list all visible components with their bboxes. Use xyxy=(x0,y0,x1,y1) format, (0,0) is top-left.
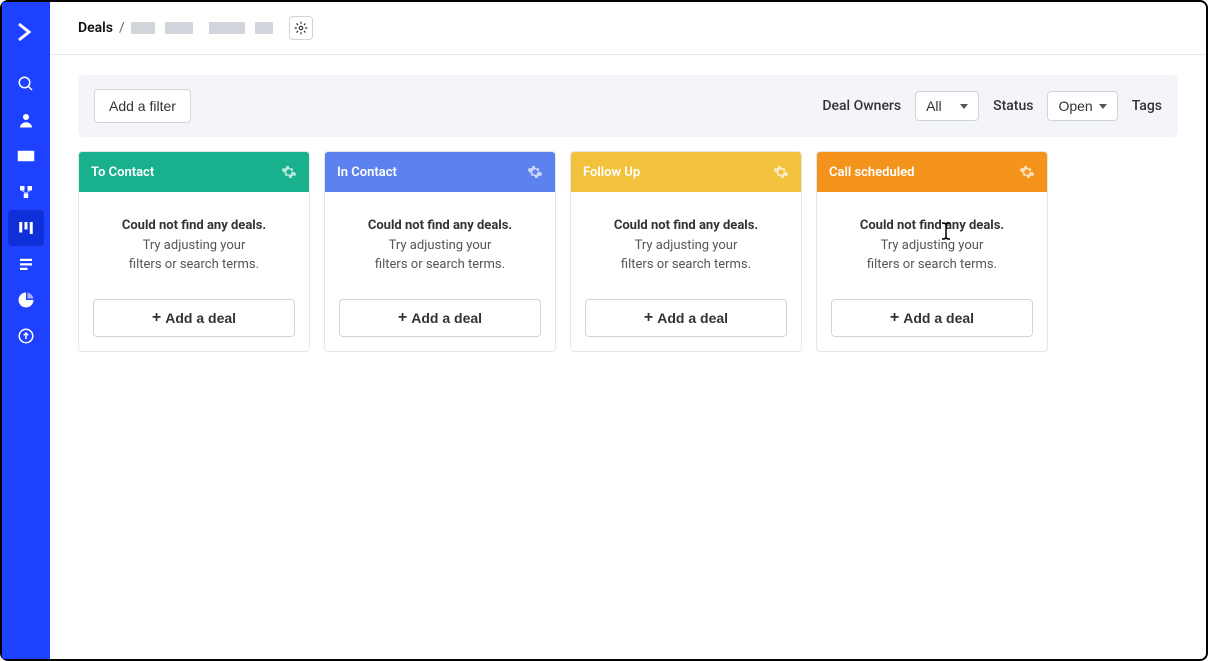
gear-icon[interactable] xyxy=(281,164,297,180)
breadcrumb-redacted xyxy=(255,22,273,34)
main-content: Deals / Add a filter Deal Owners All Sta… xyxy=(50,2,1206,659)
plus-icon: + xyxy=(398,310,407,326)
breadcrumb-root[interactable]: Deals xyxy=(78,20,113,36)
empty-state: Could not find any deals. Try adjusting … xyxy=(831,216,1033,275)
sidebar xyxy=(2,2,50,659)
plus-icon: + xyxy=(152,310,161,326)
add-deal-label: Add a deal xyxy=(657,310,728,326)
empty-state: Could not find any deals. Try adjusting … xyxy=(585,216,787,275)
tags-label[interactable]: Tags xyxy=(1132,98,1162,114)
empty-line1: Could not find any deals. xyxy=(339,216,541,236)
column-call-scheduled: Call scheduled Could not find any deals.… xyxy=(816,151,1048,352)
pipeline-columns: To Contact Could not find any deals. Try… xyxy=(50,137,1206,366)
person-icon xyxy=(17,111,35,129)
breadcrumb-redacted xyxy=(131,22,155,34)
empty-line2: Try adjusting your xyxy=(93,236,295,256)
sidebar-item-contacts[interactable] xyxy=(8,102,44,138)
column-header: Follow Up xyxy=(571,152,801,192)
breadcrumb-redacted xyxy=(165,22,193,34)
empty-line3: filters or search terms. xyxy=(93,255,295,275)
empty-line3: filters or search terms. xyxy=(831,255,1033,275)
upload-icon xyxy=(17,327,35,345)
sidebar-item-upload[interactable] xyxy=(8,318,44,354)
column-header: To Contact xyxy=(79,152,309,192)
empty-line1: Could not find any deals. xyxy=(831,216,1033,236)
plus-icon: + xyxy=(644,310,653,326)
column-header: In Contact xyxy=(325,152,555,192)
pie-icon xyxy=(17,291,35,309)
mail-icon xyxy=(17,147,35,165)
add-deal-label: Add a deal xyxy=(411,310,482,326)
column-title: Follow Up xyxy=(583,165,640,180)
search-icon xyxy=(17,75,35,93)
empty-line2: Try adjusting your xyxy=(831,236,1033,256)
sidebar-item-deals[interactable] xyxy=(8,210,44,246)
add-deal-button[interactable]: + Add a deal xyxy=(585,299,787,337)
add-deal-button[interactable]: + Add a deal xyxy=(831,299,1033,337)
column-header: Call scheduled xyxy=(817,152,1047,192)
column-title: To Contact xyxy=(91,165,154,180)
column-follow-up: Follow Up Could not find any deals. Try … xyxy=(570,151,802,352)
gear-icon[interactable] xyxy=(527,164,543,180)
kanban-icon xyxy=(17,219,35,237)
pipeline-settings-button[interactable] xyxy=(289,16,313,40)
status-dropdown[interactable]: Open xyxy=(1047,91,1117,121)
filter-bar: Add a filter Deal Owners All Status Open… xyxy=(78,75,1178,137)
gear-icon[interactable] xyxy=(1019,164,1035,180)
sidebar-item-automations[interactable] xyxy=(8,174,44,210)
add-filter-button[interactable]: Add a filter xyxy=(94,89,191,123)
column-in-contact: In Contact Could not find any deals. Try… xyxy=(324,151,556,352)
add-deal-button[interactable]: + Add a deal xyxy=(339,299,541,337)
automation-icon xyxy=(17,183,35,201)
add-deal-button[interactable]: + Add a deal xyxy=(93,299,295,337)
sidebar-item-reports[interactable] xyxy=(8,282,44,318)
empty-line2: Try adjusting your xyxy=(585,236,787,256)
list-icon xyxy=(17,255,35,273)
sidebar-item-campaigns[interactable] xyxy=(8,138,44,174)
breadcrumb-separator: / xyxy=(119,20,125,36)
empty-line3: filters or search terms. xyxy=(339,255,541,275)
deal-owners-dropdown[interactable]: All xyxy=(915,91,979,121)
empty-line1: Could not find any deals. xyxy=(93,216,295,236)
status-label: Status xyxy=(993,98,1033,114)
gear-icon[interactable] xyxy=(773,164,789,180)
breadcrumb-redacted xyxy=(209,22,245,34)
empty-line2: Try adjusting your xyxy=(339,236,541,256)
chevron-down-icon xyxy=(1099,104,1107,109)
add-deal-label: Add a deal xyxy=(165,310,236,326)
empty-line1: Could not find any deals. xyxy=(585,216,787,236)
empty-line3: filters or search terms. xyxy=(585,255,787,275)
empty-state: Could not find any deals. Try adjusting … xyxy=(93,216,295,275)
gear-icon xyxy=(294,21,308,35)
column-title: In Contact xyxy=(337,165,397,180)
empty-state: Could not find any deals. Try adjusting … xyxy=(339,216,541,275)
sidebar-item-search[interactable] xyxy=(8,66,44,102)
status-value: Open xyxy=(1058,98,1092,114)
plus-icon: + xyxy=(890,310,899,326)
deal-owners-value: All xyxy=(926,98,942,114)
chevron-down-icon xyxy=(960,104,968,109)
logo-icon xyxy=(14,20,38,44)
sidebar-item-lists[interactable] xyxy=(8,246,44,282)
deal-owners-label: Deal Owners xyxy=(822,98,901,114)
column-to-contact: To Contact Could not find any deals. Try… xyxy=(78,151,310,352)
breadcrumb: Deals / xyxy=(50,2,1206,55)
add-deal-label: Add a deal xyxy=(903,310,974,326)
column-title: Call scheduled xyxy=(829,165,914,180)
